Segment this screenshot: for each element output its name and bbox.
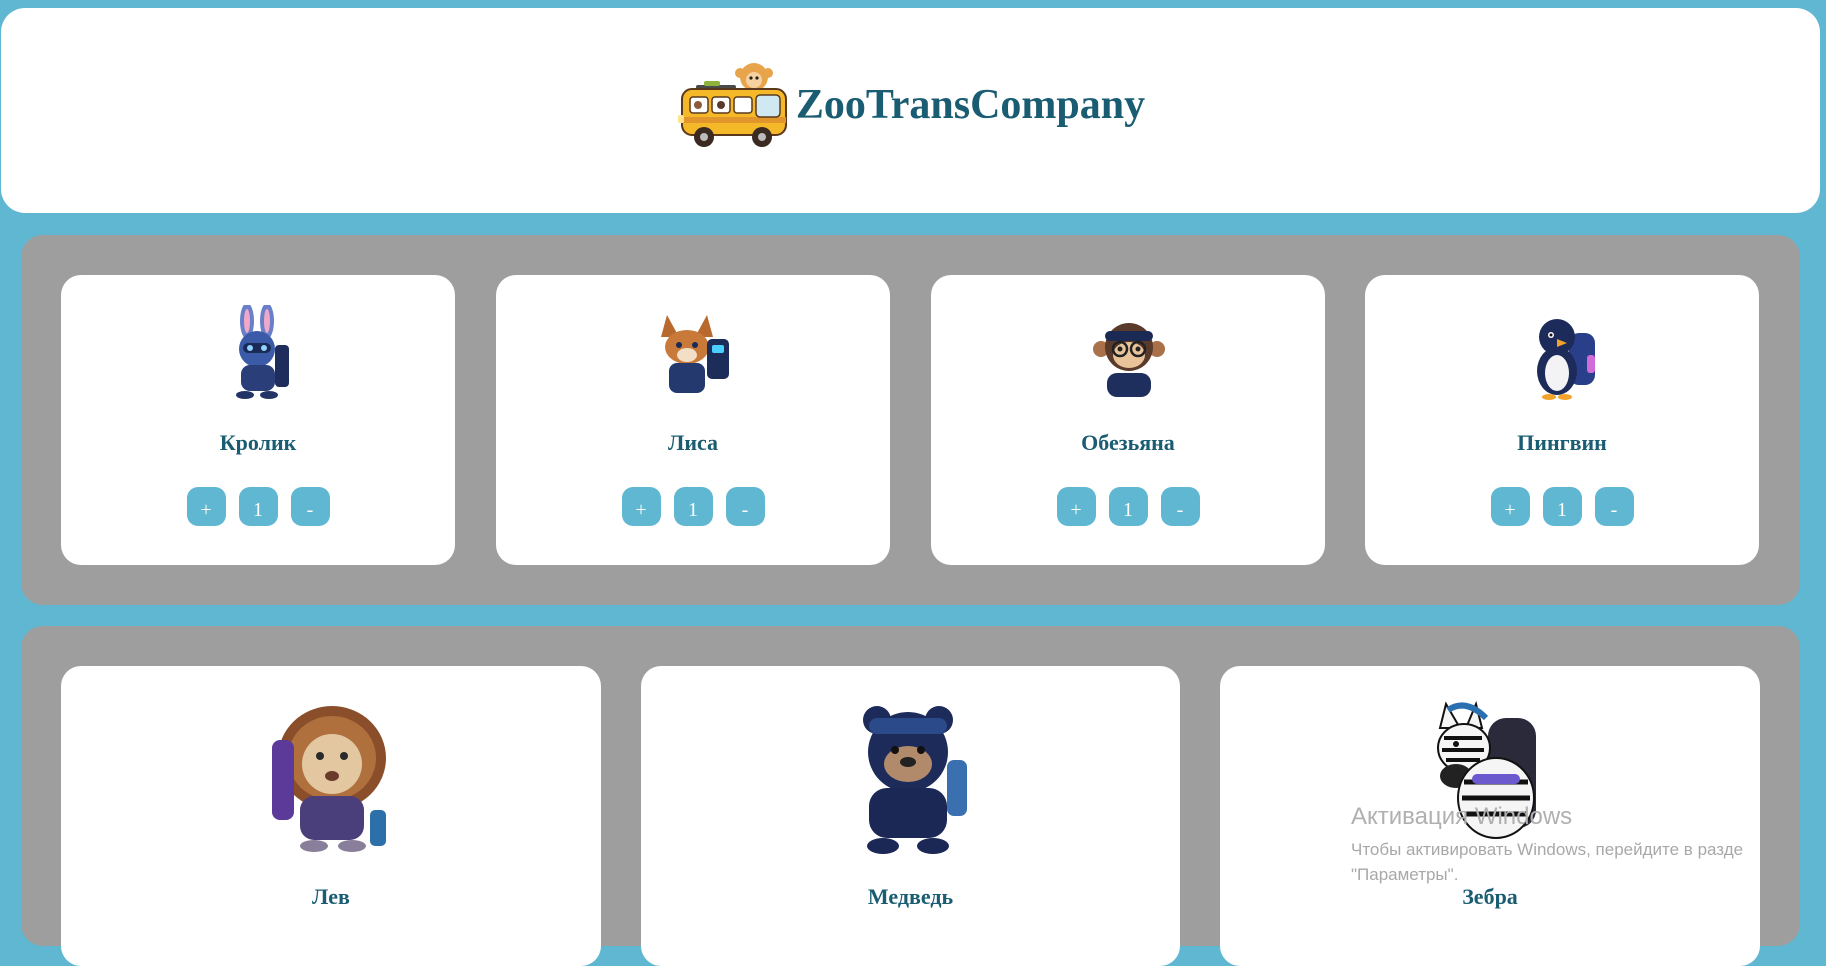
windows-activation-watermark: Активация Windows Чтобы активировать Win… — [1351, 803, 1743, 887]
animal-card: Обезьяна + 1 - — [931, 275, 1325, 565]
plus-button[interactable]: + — [1056, 487, 1096, 526]
quantity-value: 1 — [673, 487, 713, 526]
quantity-stepper: + 1 - — [1490, 487, 1634, 526]
robot-rabbit-icon — [236, 305, 289, 399]
animal-name: Зебра — [1462, 884, 1518, 909]
minus-button[interactable]: - — [290, 487, 330, 526]
plus-button[interactable]: + — [1490, 487, 1530, 526]
watermark-line-1: Чтобы активировать Windows, перейдите в … — [1351, 840, 1744, 859]
animal-card: Лиса + 1 - — [496, 275, 890, 565]
quantity-value: 1 — [1108, 487, 1148, 526]
watermark-title: Активация Windows — [1351, 803, 1573, 830]
animal-card: Пингвин + 1 - — [1365, 275, 1759, 565]
quantity-stepper: + 1 - — [1056, 487, 1200, 526]
robot-bear-icon — [863, 706, 967, 854]
robot-lion-icon — [272, 706, 386, 852]
animal-name: Пингвин — [1517, 430, 1607, 455]
animal-name: Обезьяна — [1081, 430, 1175, 455]
quantity-value: 1 — [1542, 487, 1582, 526]
quantity-value: 1 — [238, 487, 278, 526]
watermark-line-2: "Параметры". — [1351, 865, 1459, 884]
robot-fox-icon — [661, 315, 729, 393]
animal-card: Лев — [61, 666, 601, 966]
plus-button[interactable]: + — [621, 487, 661, 526]
animal-card: Медведь — [641, 666, 1180, 966]
site-title: ZooTransCompany — [795, 81, 1146, 128]
animals-panel-row-1: Кролик + 1 - Лиса + 1 - Обезьяна + 1 - П… — [21, 235, 1800, 605]
minus-button[interactable]: - — [725, 487, 765, 526]
site-header: ZooTransCompany — [1, 8, 1820, 213]
minus-button[interactable]: - — [1160, 487, 1200, 526]
animal-card: Кролик + 1 - — [61, 275, 455, 565]
animals-panel-row-2: Лев Медведь Зебра — [21, 626, 1800, 966]
robot-penguin-icon — [1537, 319, 1595, 400]
minus-button[interactable]: - — [1594, 487, 1634, 526]
plus-button[interactable]: + — [186, 487, 226, 526]
bus-with-monkey-icon — [677, 62, 787, 147]
animal-name: Лев — [312, 884, 350, 909]
robot-monkey-icon — [1093, 323, 1165, 397]
animal-name: Медведь — [867, 884, 954, 909]
animal-name: Кролик — [219, 430, 297, 455]
animal-name: Лиса — [667, 430, 719, 455]
brand[interactable]: ZooTransCompany — [676, 55, 1145, 155]
quantity-stepper: + 1 - — [621, 487, 765, 526]
quantity-stepper: + 1 - — [186, 487, 330, 526]
